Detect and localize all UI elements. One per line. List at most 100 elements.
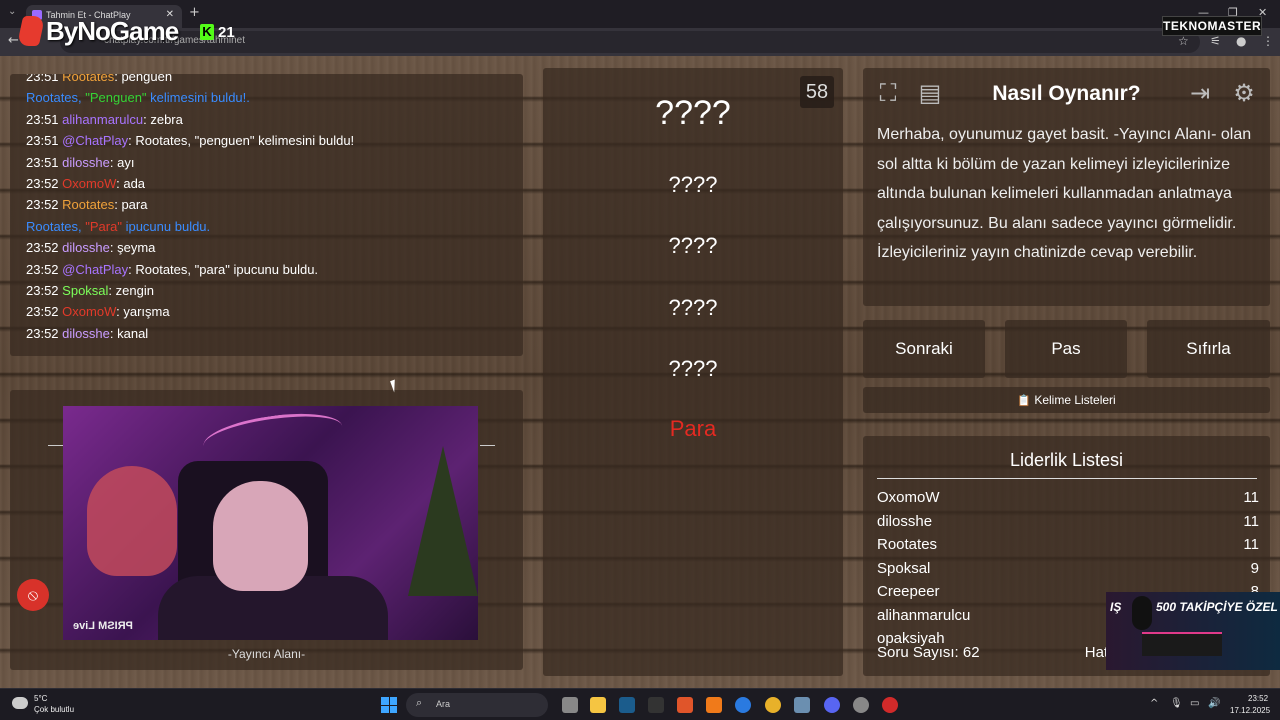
chat-text: ada	[123, 175, 146, 191]
hint-word: ????	[668, 233, 718, 258]
player-score: 11	[1243, 536, 1259, 554]
search-icon: ⌕	[416, 697, 423, 709]
browser-tab-strip: ⌄ Tahmin Et - ChatPlay ✕ + — ❐ ✕	[0, 0, 1280, 28]
leaderboard-row: dilosshe 11	[877, 510, 1259, 534]
address-bar: ← chatplay.com.tr/games/tahminet ☆ ⚟ ● ⋮	[0, 28, 1280, 56]
player-name: dilosshe	[877, 512, 933, 530]
player-name: alihanmarulcu	[877, 606, 971, 624]
weather-temp[interactable]: 5°C	[34, 694, 47, 703]
divider	[877, 478, 1257, 479]
teddy-bear	[87, 466, 177, 576]
chat-time: 23:52	[26, 197, 59, 213]
chrome-icon[interactable]	[765, 697, 781, 713]
webcam-feed: PRISM Live	[63, 406, 478, 640]
chat-system-text: kelimesini buldu!.	[146, 90, 250, 106]
promo-text-left: IŞ	[1110, 600, 1122, 614]
chat-username[interactable]: OxomoW	[62, 304, 116, 319]
chat-username[interactable]: Rootates	[62, 74, 114, 84]
app-icon[interactable]	[882, 697, 898, 713]
chat-username[interactable]: @ChatPlay	[62, 133, 128, 148]
weather-cloud-icon[interactable]	[12, 697, 28, 709]
app-icon[interactable]	[648, 697, 664, 713]
chat-username[interactable]: dilosshe	[62, 326, 110, 341]
chat-username[interactable]: dilosshe	[62, 155, 110, 170]
reset-button[interactable]: Sıfırla	[1147, 320, 1270, 378]
chat-time: 23:52	[26, 282, 59, 298]
main-word: ????	[655, 94, 731, 132]
chat-username[interactable]: @ChatPlay	[62, 262, 128, 277]
record-icon[interactable]: ⦸	[17, 579, 49, 611]
chat-panel: 23:51 Rootates: penguen Rootates, "Pengue…	[10, 74, 523, 356]
chat-text: zengin	[115, 282, 154, 298]
menu-icon[interactable]: ⋮	[1262, 34, 1274, 48]
brave-icon[interactable]	[677, 697, 693, 713]
chat-username[interactable]: OxomoW	[62, 176, 116, 191]
chat-time: 23:52	[26, 240, 59, 256]
hint-word: ????	[668, 295, 718, 320]
clock-date[interactable]: 17.12.2025	[1230, 706, 1270, 715]
taskbar: 5°C Çok bulutlu ⌕ Ara ^ 🎙 ▭ 🔊 23:52 17.1…	[0, 688, 1280, 720]
weather-desc[interactable]: Çok bulutlu	[34, 705, 74, 714]
chat-username[interactable]: Rootates	[62, 197, 114, 212]
gaming-mouse	[1132, 596, 1152, 630]
player-score: 11	[1243, 489, 1259, 507]
game-page: 23:51 Rootates: penguen Rootates, "Pengue…	[0, 56, 1280, 688]
profile-icon[interactable]: ●	[1236, 34, 1246, 48]
chat-message: 23:52 OxomoW: yarışma	[10, 301, 523, 322]
chat-text: Rootates, "penguen" kelimesini buldu!	[135, 133, 355, 149]
extensions-icon[interactable]: ⚟	[1210, 34, 1221, 48]
word-lists-label: Kelime Listeleri	[1034, 393, 1116, 407]
chat-username[interactable]: dilosshe	[62, 240, 110, 255]
obs-icon[interactable]	[853, 697, 869, 713]
app-icon[interactable]	[794, 697, 810, 713]
chat-text: şeyma	[117, 240, 156, 256]
player-name: Rootates	[877, 536, 938, 554]
app-icon[interactable]	[706, 697, 722, 713]
kick-icon: K	[200, 24, 214, 40]
start-windows-icon[interactable]	[381, 697, 397, 713]
word-lists-button[interactable]: 📋 Kelime Listeleri	[863, 387, 1270, 413]
taskbar-search[interactable]: ⌕ Ara	[406, 693, 548, 717]
chat-message: 23:52 dilosshe: şeyma	[10, 237, 523, 258]
leaderboard-row: Spoksal 9	[877, 557, 1259, 581]
chat-text: ayı	[117, 154, 135, 170]
chat-message: 23:51 dilosshe: ayı	[10, 152, 523, 173]
player-name: OxomoW	[877, 489, 940, 507]
new-tab-icon[interactable]: +	[189, 5, 200, 20]
file-explorer-icon[interactable]	[590, 697, 606, 713]
tray-chevron-icon[interactable]: ^	[1150, 698, 1158, 709]
chat-username[interactable]: alihanmarulcu	[62, 112, 143, 127]
prism-watermark: PRISM Live	[73, 620, 133, 632]
pass-button[interactable]: Pas	[1005, 320, 1127, 378]
divider	[48, 445, 63, 446]
chat-system-user: Rootates,	[26, 218, 86, 234]
chat-message: Rootates, "Penguen" kelimesini buldu!.	[10, 87, 523, 108]
gaming-keyboard	[1142, 632, 1222, 656]
chat-message: 23:51 @ChatPlay: Rootates, "penguen" kel…	[10, 130, 523, 151]
promo-text: 500 TAKİPÇİYE ÖZEL ÇEKİ	[1156, 600, 1280, 614]
clipboard-icon: 📋	[1017, 395, 1031, 407]
discord-icon[interactable]	[824, 697, 840, 713]
bynogame-logo: ByNoGame	[16, 12, 179, 50]
bookmark-star-icon[interactable]: ☆	[1178, 34, 1189, 48]
clock-time[interactable]: 23:52	[1248, 694, 1268, 703]
chat-time: 23:52	[26, 304, 59, 320]
chat-text: para	[121, 197, 148, 213]
leaderboard-row: OxomoW 11	[877, 486, 1259, 510]
word-panel: 58 ???? ???? ???? ???? ???? Para	[543, 68, 843, 676]
chat-username[interactable]: Spoksal	[62, 283, 108, 298]
back-icon[interactable]: ←	[8, 33, 19, 48]
kick-count: 21	[218, 23, 235, 41]
app-icon[interactable]	[735, 697, 751, 713]
tab-search-icon[interactable]: ⌄	[8, 6, 16, 17]
volume-icon[interactable]: 🔊	[1208, 698, 1220, 709]
steam-icon[interactable]	[619, 697, 635, 713]
next-button[interactable]: Sonraki	[863, 320, 985, 378]
leaderboard-title: Liderlik Listesi	[1009, 450, 1124, 470]
chat-time: 23:51	[26, 154, 59, 170]
network-icon[interactable]: ▭	[1190, 698, 1199, 709]
chat-message: 23:52 @ChatPlay: Rootates, "para" ipucun…	[10, 259, 523, 280]
task-view-icon[interactable]	[562, 697, 578, 713]
help-title: Nasıl Oynanır?	[992, 82, 1141, 105]
microphone-icon[interactable]: 🎙	[1170, 698, 1183, 709]
